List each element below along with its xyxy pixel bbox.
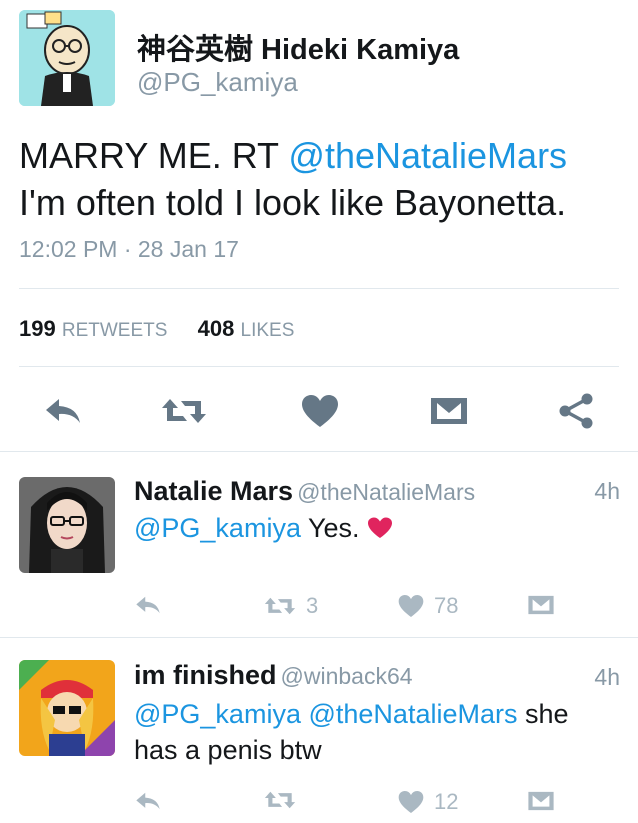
avatar[interactable] [19,10,115,106]
reply-author-name[interactable]: im finished [134,660,277,690]
tweet-timestamp[interactable]: 12:02 PM · 28 Jan 17 [19,236,239,263]
share-icon [559,393,593,429]
heart-icon [398,595,424,617]
like-button[interactable]: 78 [398,593,458,619]
retweets-count[interactable]: 199 [19,316,56,341]
heart-icon [398,791,424,813]
tweet-header: 神谷英樹 Hideki Kamiya @PG_kamiya [19,10,619,106]
author-handle[interactable]: @PG_kamiya [137,67,298,98]
mention-link[interactable]: @theNatalieMars [308,699,517,729]
reply-author[interactable]: im finished @winback64 [134,660,413,691]
reply-text: @PG_kamiya @theNatalieMars she has a pen… [134,696,604,768]
avatar[interactable] [19,477,115,573]
dm-button[interactable] [424,386,474,436]
retweet-count: 3 [306,593,319,618]
share-button[interactable] [551,386,601,436]
heart-icon [302,395,338,427]
mention-link[interactable]: @PG_kamiya [134,513,301,543]
tweet-stats: 199 RETWEETS 408 LIKES [19,316,294,342]
reply-button[interactable] [134,594,162,616]
retweets-label[interactable]: RETWEETS [62,320,168,341]
like-button[interactable] [295,386,345,436]
reply-button[interactable] [134,790,162,812]
retweet-icon [162,399,206,423]
tweet-text: MARRY ME. RT @theNatalieMars I'm often t… [19,132,619,226]
reply-age: 4h [594,478,620,504]
divider [19,366,619,367]
dm-icon [431,398,467,424]
mention-link[interactable]: @PG_kamiya [134,699,301,729]
tweet-action-bar [0,386,638,436]
retweet-button[interactable]: 3 [264,593,318,619]
reply-icon [136,792,160,810]
divider [19,288,619,289]
likes-label[interactable]: LIKES [241,320,295,341]
dm-icon [528,791,554,811]
retweet-button[interactable] [264,789,306,811]
avatar[interactable] [19,660,115,756]
reply-item[interactable]: Natalie Mars @theNatalieMars 4h @PG_kamiy… [0,452,638,637]
reply-text: @PG_kamiya Yes. [134,510,604,546]
dm-button[interactable] [527,594,555,616]
reply-text-body: Yes. [300,513,368,543]
retweet-icon [264,791,296,809]
reply-author-handle[interactable]: @theNatalieMars [297,479,475,505]
author-name[interactable]: 神谷英樹 Hideki Kamiya [137,26,459,68]
reply-icon [46,399,80,423]
reply-author[interactable]: Natalie Mars @theNatalieMars [134,476,475,507]
reply-icon [136,596,160,614]
reply-button[interactable] [38,386,88,436]
dm-icon [528,595,554,615]
like-count: 78 [434,593,459,618]
tweet-text-part1: MARRY ME. RT [19,135,289,176]
likes-count[interactable]: 408 [198,316,235,341]
retweet-button[interactable] [159,386,209,436]
dm-button[interactable] [527,790,555,812]
mention-link[interactable]: @theNatalieMars [288,135,567,176]
like-count: 12 [434,789,459,814]
red-heart-emoji [368,517,393,538]
reply-age: 4h [594,664,620,690]
reply-author-handle[interactable]: @winback64 [281,663,413,689]
reply-item[interactable]: im finished @winback64 4h @PG_kamiya @the… [0,638,638,823]
tweet-text-part2: I'm often told I look like Bayonetta. [19,182,567,223]
like-button[interactable]: 12 [398,789,458,815]
reply-author-name[interactable]: Natalie Mars [134,476,293,506]
retweet-icon [264,597,296,615]
